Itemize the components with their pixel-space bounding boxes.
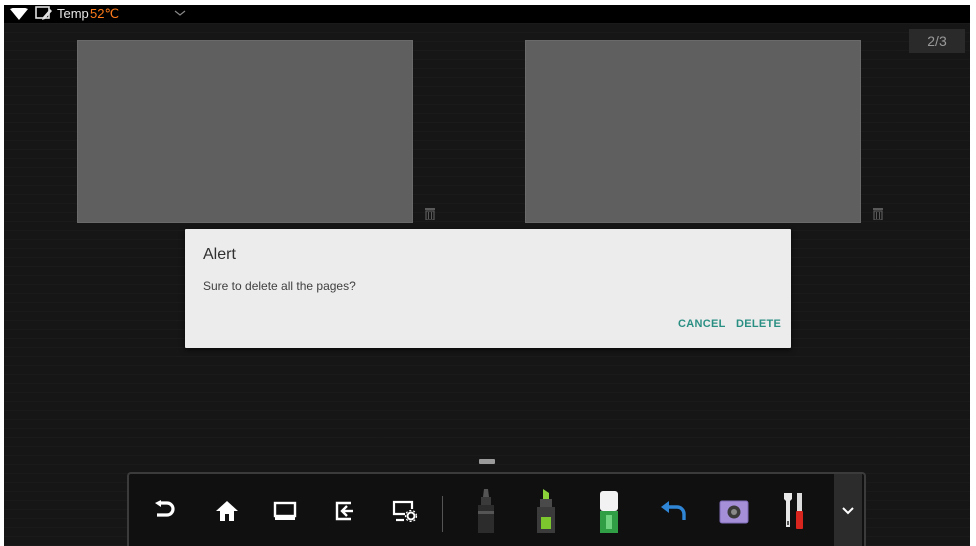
camera-icon — [719, 500, 749, 524]
eraser-icon — [600, 491, 618, 533]
pen-button[interactable] — [469, 474, 503, 546]
dialog-message: Sure to delete all the pages? — [203, 279, 356, 293]
expand-chevron-icon — [842, 507, 854, 515]
delete-button[interactable]: DELETE — [736, 318, 781, 330]
trash-icon[interactable] — [873, 207, 883, 220]
screen-settings-button[interactable] — [387, 474, 423, 546]
trash-icon[interactable] — [425, 207, 435, 220]
status-bar: Temp 52℃ — [4, 5, 970, 23]
pen-icon — [478, 489, 494, 533]
wifi-icon — [10, 8, 28, 20]
tools-icon — [784, 493, 803, 529]
window-button[interactable] — [268, 474, 302, 546]
alert-dialog: Alert Sure to delete all the pages? CANC… — [185, 229, 791, 348]
toolbar-drag-handle[interactable] — [479, 459, 495, 464]
chevron-down-icon[interactable] — [174, 10, 186, 16]
temperature-label: Temp — [57, 6, 89, 21]
home-icon — [216, 501, 238, 521]
window-icon — [273, 501, 297, 520]
home-button[interactable] — [210, 474, 244, 546]
temperature-value: 52℃ — [90, 6, 120, 21]
highlighter-button[interactable] — [529, 474, 563, 546]
page-counter: 2/3 — [909, 29, 965, 53]
undo-button[interactable] — [656, 474, 690, 546]
whiteboard-screen: Temp 52℃ 2/3 Alert Sure to delete all th… — [4, 5, 970, 546]
eraser-button[interactable] — [592, 474, 626, 546]
back-button[interactable] — [147, 474, 181, 546]
highlighter-icon — [537, 489, 555, 533]
toolbar-separator — [442, 496, 443, 532]
whiteboard-icon[interactable] — [35, 6, 53, 21]
exit-icon — [335, 501, 353, 521]
dialog-title: Alert — [203, 246, 236, 263]
undo-icon — [661, 501, 686, 520]
tools-button[interactable] — [777, 474, 811, 546]
page-thumbnail[interactable] — [77, 40, 413, 223]
back-icon — [155, 500, 175, 517]
screenshot-button[interactable] — [716, 474, 752, 546]
exit-button[interactable] — [328, 474, 362, 546]
cancel-button[interactable]: CANCEL — [678, 318, 726, 330]
screen-settings-icon — [392, 500, 418, 522]
toolbar-expand-button[interactable] — [834, 474, 862, 546]
bottom-toolbar — [127, 472, 866, 546]
page-thumbnail[interactable] — [525, 40, 861, 223]
